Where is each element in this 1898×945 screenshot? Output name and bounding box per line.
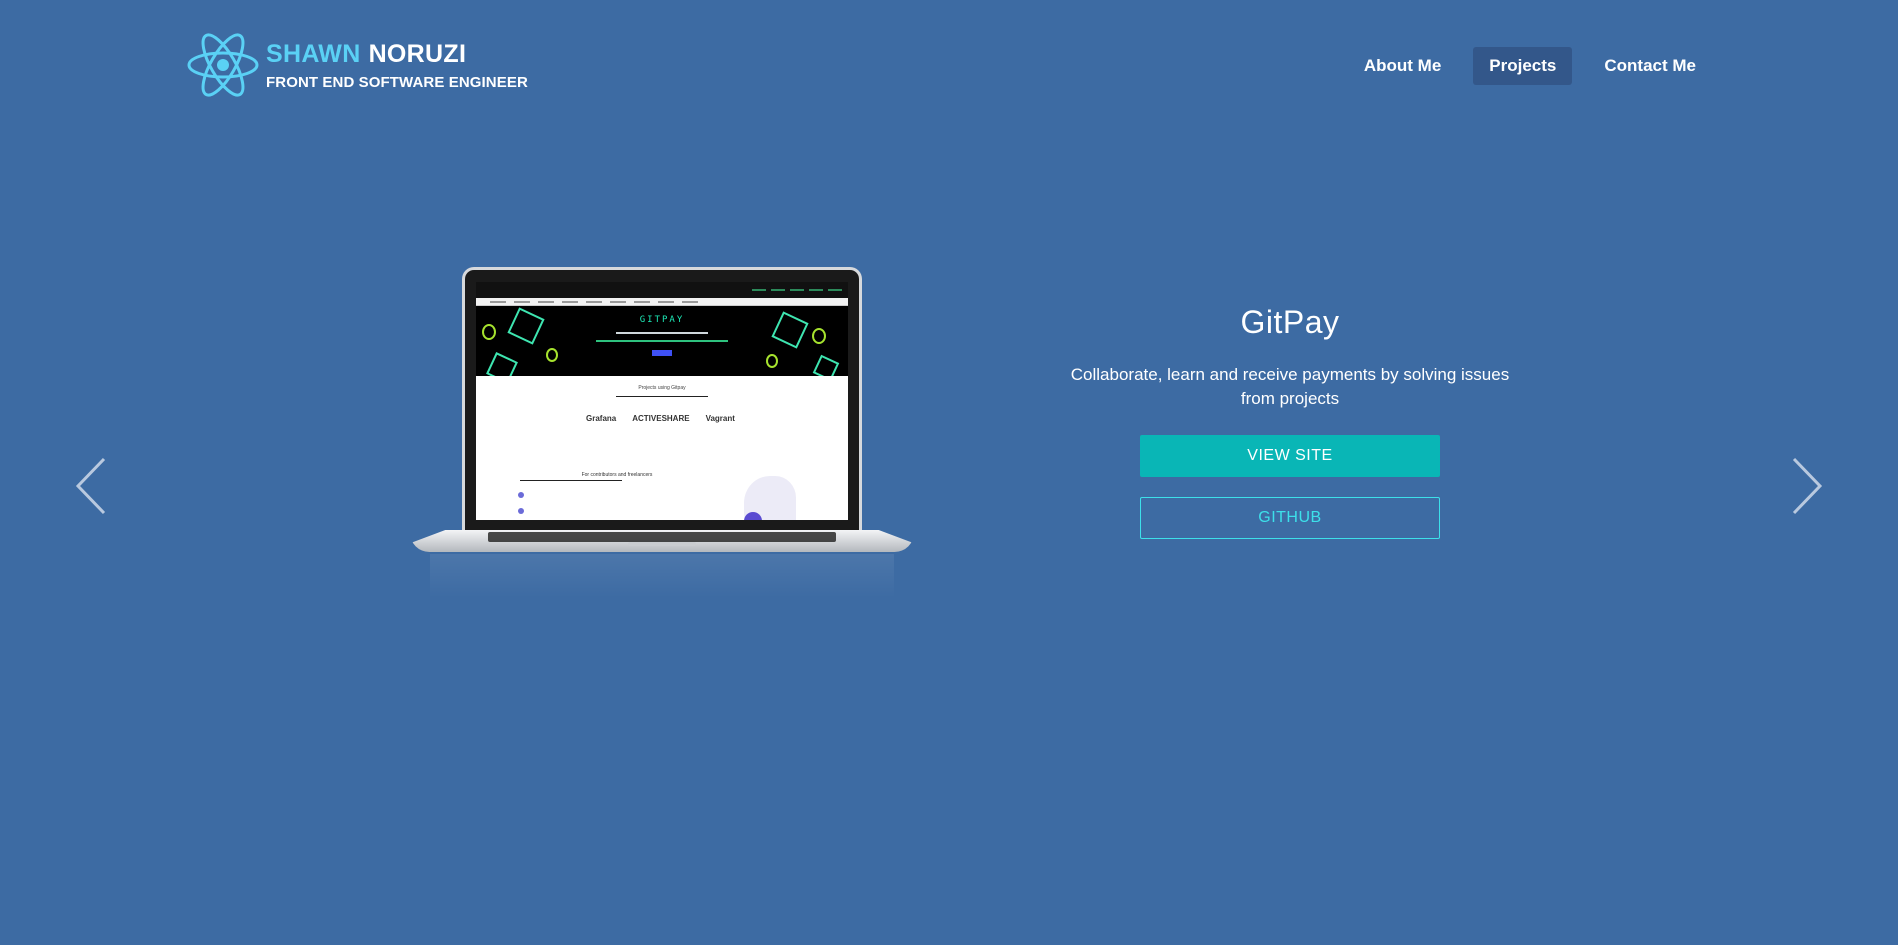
view-site-button[interactable]: VIEW SITE (1140, 435, 1440, 477)
project-description: Collaborate, learn and receive payments … (1070, 365, 1510, 408)
chevron-right-icon[interactable] (1786, 455, 1826, 517)
laptop-reflection (430, 554, 894, 598)
screenshot-logo: Vagrant (705, 414, 735, 423)
laptop-keyboard (488, 532, 836, 542)
screenshot-hero: GITPAY (476, 306, 848, 376)
screenshot-hero-title: GITPAY (639, 315, 685, 325)
screenshot-topbar (476, 282, 848, 298)
project-title: GitPay (1240, 304, 1340, 340)
nav-about-me[interactable]: About Me (1348, 47, 1457, 85)
screenshot-menu (476, 298, 848, 306)
screenshot-contributors-heading: For contributors and freelancers (581, 472, 653, 478)
screenshot-body: Projects using Gitpay Grafana ACTIVESHAR… (476, 376, 848, 520)
brand[interactable]: SHAWN NORUZI FRONT END SOFTWARE ENGINEER (186, 26, 528, 104)
brand-first-name: SHAWN (266, 39, 361, 68)
brand-text: SHAWN NORUZI FRONT END SOFTWARE ENGINEER (266, 40, 528, 91)
brand-name: SHAWN NORUZI (266, 40, 528, 68)
brand-subtitle: FRONT END SOFTWARE ENGINEER (266, 73, 528, 91)
screenshot-logos: Grafana ACTIVESHARE Vagrant (586, 414, 735, 423)
screenshot-logo: ACTIVESHARE (632, 414, 690, 423)
project-info: GitPay Collaborate, learn and receive pa… (1070, 304, 1510, 539)
nav-contact-me[interactable]: Contact Me (1588, 47, 1712, 85)
brand-last-name: NORUZI (368, 39, 467, 68)
chevron-left-icon[interactable] (72, 455, 112, 517)
screenshot-projects-heading: Projects using Gitpay (638, 385, 686, 391)
page: SHAWN NORUZI FRONT END SOFTWARE ENGINEER … (0, 0, 1898, 945)
atom-icon (187, 33, 259, 97)
screenshot-logo: Grafana (586, 414, 617, 423)
project-screenshot: GITPAY Projects using Gitpay Grafana ACT… (476, 282, 848, 520)
project-preview-laptop: GITPAY Projects using Gitpay Grafana ACT… (410, 262, 914, 642)
laptop-lid: GITPAY Projects using Gitpay Grafana ACT… (462, 267, 862, 532)
laptop-trackpad (628, 542, 696, 546)
github-button[interactable]: GITHUB (1140, 497, 1440, 539)
main-nav: About Me Projects Contact Me (1348, 47, 1712, 85)
nav-projects[interactable]: Projects (1473, 47, 1573, 85)
